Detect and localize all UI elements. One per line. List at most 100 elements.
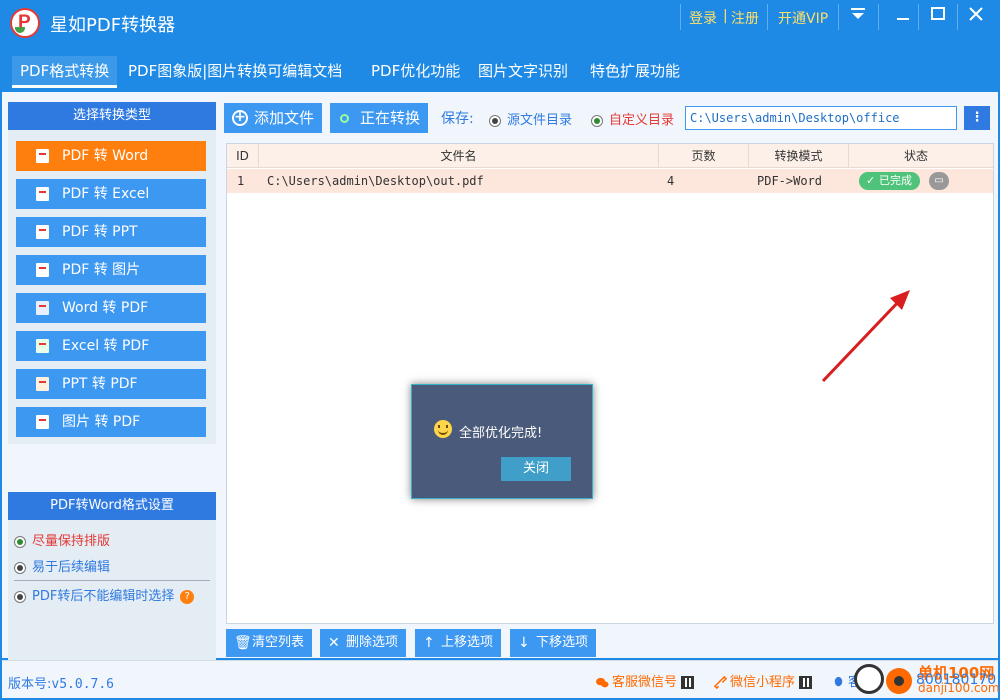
maximize-icon[interactable] [924, 4, 952, 28]
table-header: ID 文件名 页数 转换模式 状态 [227, 144, 993, 168]
arrow-down-icon: ↓ [518, 635, 530, 651]
option-keep-layout[interactable]: 尽量保持排版 [14, 530, 110, 549]
title-bar: P 星如PDF转换器 登录 | 注册 开通VIP [0, 0, 1000, 46]
dropdown-menu-icon[interactable] [844, 4, 872, 28]
col-status: 状态 [903, 149, 928, 163]
button-label: 上移选项 [441, 635, 494, 650]
move-up-button[interactable]: ↑ 上移选项 [415, 629, 502, 657]
button-label: PPT 转 PDF [62, 376, 138, 392]
pdf-icon [36, 149, 49, 163]
watermark-logo-icon [854, 664, 884, 694]
separator-text: | [723, 8, 728, 24]
pdf-icon [36, 225, 49, 239]
table-row[interactable]: 1 C:\Users\admin\Desktop\out.pdf 4 PDF->… [227, 169, 993, 193]
col-filename: 文件名 [259, 144, 659, 168]
convert-pdf-to-word-button[interactable]: PDF 转 Word [16, 141, 206, 171]
button-label: 正在转换 [360, 109, 421, 127]
add-icon: + [232, 110, 248, 126]
pdf-icon [36, 187, 49, 201]
output-path-input[interactable]: C:\Users\admin\Desktop\office [685, 106, 957, 130]
divider [680, 4, 681, 30]
app-logo-icon: P [10, 8, 40, 38]
divider [957, 4, 958, 30]
register-link[interactable]: 注册 [731, 8, 759, 28]
converting-button[interactable]: 正在转换 [330, 103, 429, 133]
minimize-icon[interactable] [889, 4, 917, 28]
status-bar: 版本号:v5.0.7.6 客服微信号 微信小程序 客服 单机100网 80018… [2, 660, 1000, 698]
cell-mode: PDF->Word [757, 174, 823, 188]
wechat-service-link[interactable]: 客服微信号 [596, 671, 695, 690]
convert-pdf-to-ppt-button[interactable]: PDF 转 PPT [16, 217, 206, 247]
tab-image-ocr[interactable]: 图片文字识别 [470, 56, 576, 88]
watermark-url: danji100.com [918, 681, 1000, 695]
move-down-button[interactable]: ↓ 下移选项 [510, 629, 597, 657]
tab-pdf-image-convert[interactable]: PDF图象版|图片转换可编辑文档 [120, 56, 350, 88]
open-folder-icon[interactable]: ▭ [929, 172, 949, 190]
tab-pdf-format-convert[interactable]: PDF格式转换 [12, 56, 118, 88]
radio[interactable] [14, 561, 26, 574]
convert-image-to-pdf-button[interactable]: 图片 转 PDF [16, 407, 206, 437]
word-icon [36, 301, 49, 315]
help-icon[interactable]: ? [180, 589, 195, 604]
save-custom-dir-option[interactable]: 自定义目录 [591, 109, 674, 128]
convert-ppt-to-pdf-button[interactable]: PPT 转 PDF [16, 369, 206, 399]
wechat-icon [596, 677, 609, 688]
convert-excel-to-pdf-button[interactable]: Excel 转 PDF [16, 331, 206, 361]
divider [767, 4, 768, 30]
option-easy-edit[interactable]: 易于后续编辑 [14, 556, 110, 575]
option-label: 易于后续编辑 [32, 560, 111, 575]
panel-title: 选择转换类型 [8, 102, 216, 130]
cell-pages: 4 [667, 174, 675, 188]
convert-pdf-to-image-button[interactable]: PDF 转 图片 [16, 255, 206, 285]
button-label: 清空列表 [252, 635, 305, 650]
image-icon [36, 415, 49, 429]
version-info: 版本号:v5.0.7.6 [8, 673, 114, 692]
settings-title: PDF转Word格式设置 [8, 492, 216, 520]
smile-icon [434, 420, 452, 438]
convert-pdf-to-excel-button[interactable]: PDF 转 Excel [16, 179, 206, 209]
radio[interactable] [489, 114, 501, 127]
convert-word-to-pdf-button[interactable]: Word 转 PDF [16, 293, 206, 323]
save-source-dir-option[interactable]: 源文件目录 [489, 109, 572, 128]
radio[interactable] [14, 590, 26, 603]
option-label: 源文件目录 [507, 113, 573, 128]
red-arrow-annotation [821, 290, 910, 383]
add-file-button[interactable]: + 添加文件 [224, 103, 323, 133]
trash-icon: 🗑 [234, 635, 252, 651]
link-icon [714, 676, 727, 689]
main-tabs: PDF格式转换 PDF图象版|图片转换可编辑文档 PDF优化功能 图片文字识别 … [0, 46, 1000, 90]
excel-icon [36, 339, 49, 353]
tab-extended-features[interactable]: 特色扩展功能 [582, 56, 688, 88]
browse-path-button[interactable]: ⋮ [964, 106, 990, 130]
close-icon[interactable] [962, 4, 990, 28]
pdf-icon [36, 263, 49, 277]
completion-dialog: 全部优化完成! 关闭 [411, 384, 593, 499]
vip-link[interactable]: 开通VIP [778, 8, 828, 28]
option-non-editable[interactable]: PDF转后不能编辑时选择? [14, 585, 195, 604]
option-label: 自定义目录 [609, 113, 675, 128]
clear-list-button[interactable]: 🗑 清空列表 [226, 629, 313, 657]
button-label: 添加文件 [254, 109, 315, 127]
delete-item-button[interactable]: ✕ 删除选项 [320, 629, 407, 657]
status-badge: 已完成 [859, 172, 920, 190]
status-dot-icon [340, 114, 349, 123]
radio-selected[interactable] [14, 535, 26, 548]
tab-pdf-optimize[interactable]: PDF优化功能 [363, 56, 468, 88]
ppt-icon [36, 377, 49, 391]
watermark-logo-icon [886, 668, 912, 694]
button-label: PDF 转 Word [62, 148, 149, 164]
version-label: 版本号: [8, 677, 52, 692]
divider [918, 4, 919, 30]
option-label: 尽量保持排版 [32, 534, 111, 549]
save-label: 保存: [441, 111, 474, 127]
divider [14, 580, 210, 581]
mini-program-link[interactable]: 微信小程序 [714, 671, 813, 690]
radio-selected[interactable] [591, 114, 603, 127]
app-title: 星如PDF转换器 [50, 15, 176, 36]
version-number: v5.0.7.6 [51, 677, 115, 692]
dialog-close-button[interactable]: 关闭 [501, 457, 571, 481]
button-label: PDF 转 图片 [62, 262, 141, 278]
login-link[interactable]: 登录 [689, 8, 717, 28]
site-watermark: 单机100网 800180170 danji100.com [854, 662, 1000, 698]
button-label: PDF 转 Excel [62, 186, 150, 202]
